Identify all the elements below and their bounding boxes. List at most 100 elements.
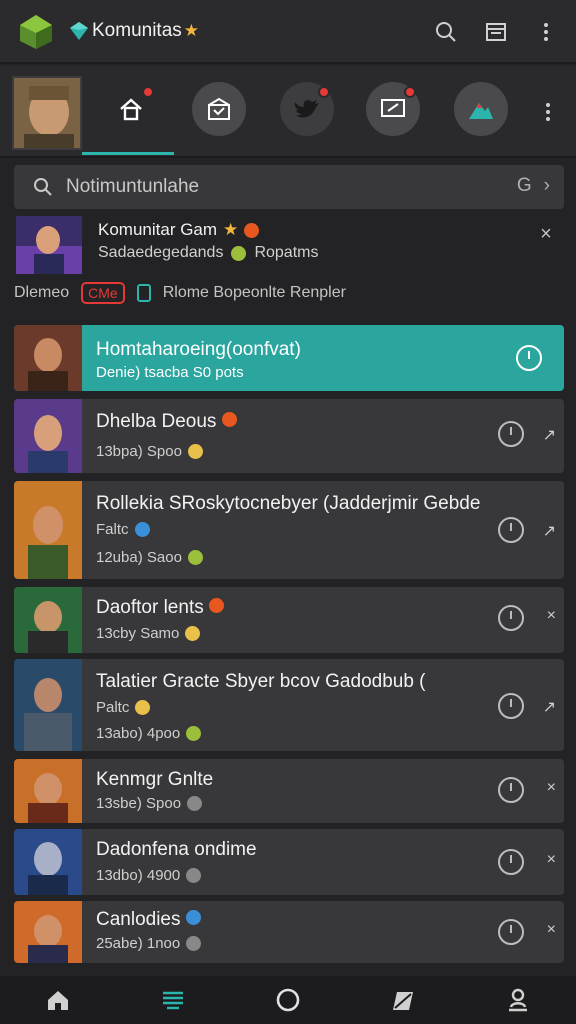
emoji-icon — [186, 936, 202, 951]
tab-home[interactable] — [104, 82, 158, 136]
clock-icon[interactable] — [498, 849, 524, 875]
bottom-home-button[interactable] — [34, 980, 82, 1020]
more-button[interactable] — [526, 12, 566, 52]
close-icon[interactable]: × — [547, 779, 556, 797]
edit-screen-icon — [381, 99, 405, 117]
notification-card[interactable]: Komunitar Gam ★ Sadaedegedands Ropatms ×… — [14, 214, 564, 320]
notification-dot — [142, 86, 154, 98]
item-avatar — [14, 829, 82, 895]
tab-social[interactable] — [280, 82, 334, 136]
item-avatar — [14, 325, 82, 391]
nav-more-button[interactable] — [536, 92, 560, 132]
circle-icon — [276, 988, 300, 1012]
mountain-icon — [469, 103, 493, 119]
item-title: Canlodies — [96, 909, 201, 931]
more-vertical-icon — [546, 103, 550, 121]
clock-icon[interactable] — [498, 605, 524, 631]
clock-icon[interactable] — [498, 421, 524, 447]
tab-explore[interactable] — [454, 82, 508, 136]
item-subtitle: 13dbo) 4900 — [96, 867, 202, 884]
emoji-icon — [135, 700, 151, 715]
list-item[interactable]: Dadonfena ondime 13dbo) 4900 × — [14, 829, 564, 895]
pin-icon[interactable]: ↗ — [543, 521, 556, 541]
layout-button[interactable] — [476, 12, 516, 52]
top-bar: Komunitas ★ — [0, 0, 576, 64]
item-avatar — [14, 759, 82, 823]
item-avatar — [14, 901, 82, 963]
bottom-nav — [0, 976, 576, 1024]
pin-icon[interactable]: ↗ — [543, 697, 556, 717]
item-avatar — [14, 587, 82, 653]
emoji-icon — [187, 444, 203, 459]
item-subtitle: Faltc — [96, 521, 150, 538]
chevron-right-icon[interactable]: › — [544, 175, 550, 197]
more-vertical-icon — [544, 23, 548, 41]
emoji-icon — [187, 550, 203, 565]
list-item[interactable]: Dhelba Deous 13bpa) Spoo ↗ — [14, 399, 564, 473]
clock-icon[interactable] — [498, 693, 524, 719]
layout-icon — [486, 23, 506, 41]
list-item[interactable]: Talatier Gracte Sbyer bcov Gadodbub ( Pa… — [14, 659, 564, 751]
item-subtitle: 13cby Samo — [96, 625, 201, 642]
bottom-flag-button[interactable] — [379, 980, 427, 1020]
search-icon — [34, 178, 52, 196]
item-title: Talatier Gracte Sbyer bcov Gadodbub ( — [96, 671, 426, 692]
bottom-feed-button[interactable] — [149, 980, 197, 1020]
item-meta: 12uba) Saoo — [96, 549, 203, 566]
clock-icon[interactable] — [516, 345, 542, 371]
emoji-icon — [186, 868, 202, 883]
item-subtitle: Denie) tsacba S0 pots — [96, 364, 244, 381]
clock-icon[interactable] — [498, 919, 524, 945]
home-icon — [47, 991, 68, 1010]
app-logo — [20, 15, 52, 49]
item-title: Dhelba Deous — [96, 411, 237, 433]
emoji-icon — [187, 796, 203, 811]
list-item[interactable]: Rollekia SRoskytocnebyer (Jadderjmir Geb… — [14, 481, 564, 579]
fire-icon — [221, 412, 237, 427]
item-subtitle: 13sbe) Spoo — [96, 795, 203, 812]
notification-meta: Dlemeo CMe Rlome Bopeonlte Renpler — [14, 282, 346, 304]
home-icon — [120, 98, 142, 121]
bottom-profile-button[interactable] — [494, 980, 542, 1020]
tab-edit[interactable] — [366, 82, 420, 136]
clock-icon[interactable] — [498, 777, 524, 803]
tab-mail[interactable] — [192, 82, 246, 136]
app-root: Komunitas ★ Notimuntunlahe G › Komunitar… — [0, 0, 576, 1024]
item-avatar — [14, 481, 82, 579]
notification-thumbnail — [16, 216, 82, 274]
notification-subtitle: Sadaedegedands — [98, 244, 224, 261]
info-icon — [185, 910, 201, 925]
close-icon[interactable]: × — [534, 222, 558, 246]
avatar[interactable] — [12, 76, 82, 150]
profile-icon — [509, 988, 528, 1012]
search-input[interactable] — [66, 176, 486, 198]
search-filter-icon[interactable]: G — [517, 175, 532, 197]
close-icon[interactable]: × — [547, 851, 556, 869]
list-item[interactable]: Daoftor lents 13cby Samo × — [14, 587, 564, 653]
top-actions — [426, 12, 566, 52]
active-tab-indicator — [82, 152, 174, 155]
bookmark-icon — [136, 284, 151, 302]
list-item[interactable]: Canlodies 25abe) 1noo × — [14, 901, 564, 963]
fire-icon — [209, 598, 225, 613]
item-subtitle: Paltc — [96, 699, 151, 716]
notification-dot — [404, 86, 416, 98]
item-subtitle: 25abe) 1noo — [96, 935, 202, 952]
app-brand: Komunitas ★ — [68, 20, 199, 42]
close-icon[interactable]: × — [547, 921, 556, 939]
emoji-icon — [186, 726, 202, 741]
clock-icon[interactable] — [498, 517, 524, 543]
star-icon: ★ — [223, 220, 239, 239]
fire-icon — [244, 222, 260, 238]
list-item[interactable]: Homtaharoeing(oonfvat) Denie) tsacba S0 … — [14, 325, 564, 391]
item-avatar — [14, 399, 82, 473]
mail-icon — [208, 97, 230, 120]
list-item[interactable]: Kenmgr Gnlte 13sbe) Spoo × — [14, 759, 564, 823]
item-title: Homtaharoeing(oonfvat) — [96, 339, 301, 360]
search-button[interactable] — [426, 12, 466, 52]
pin-icon[interactable]: ↗ — [543, 425, 556, 445]
notification-meta-text: Rlome Bopeonlte Renpler — [162, 284, 346, 301]
item-title: Kenmgr Gnlte — [96, 769, 214, 790]
close-icon[interactable]: × — [547, 607, 556, 625]
bottom-center-button[interactable] — [264, 980, 312, 1020]
